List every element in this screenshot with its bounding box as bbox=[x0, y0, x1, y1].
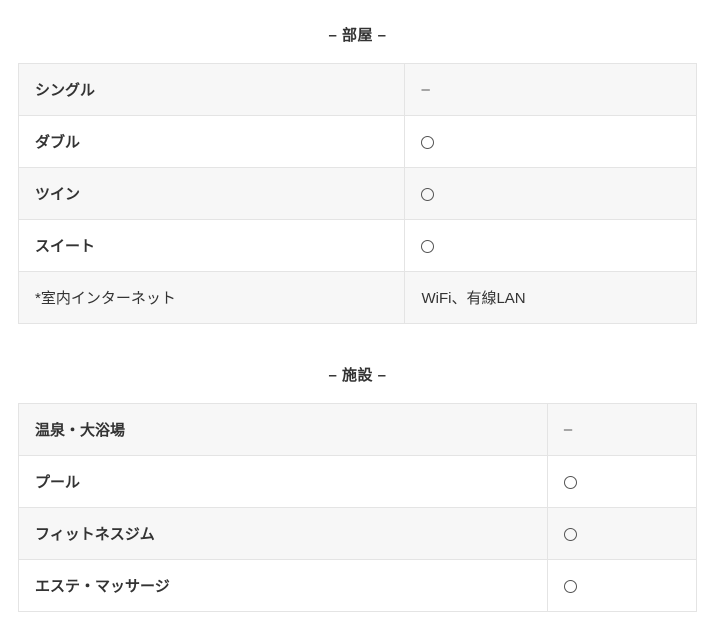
row-label: スイート bbox=[19, 220, 405, 272]
circle-icon bbox=[564, 528, 577, 541]
table-row: ダブル bbox=[19, 116, 697, 168]
row-label: 温泉・大浴場 bbox=[19, 404, 548, 456]
table-row: スイート bbox=[19, 220, 697, 272]
row-value bbox=[547, 560, 696, 612]
dash-icon: – bbox=[564, 421, 572, 438]
row-value bbox=[405, 168, 697, 220]
row-label: シングル bbox=[19, 64, 405, 116]
table-row: *室内インターネット WiFi、有線LAN bbox=[19, 272, 697, 324]
facilities-table: 温泉・大浴場 – プール フィットネスジム エステ・マッサージ bbox=[18, 403, 697, 612]
circle-icon bbox=[421, 188, 434, 201]
dash-icon: – bbox=[421, 81, 429, 98]
row-value bbox=[405, 220, 697, 272]
circle-icon bbox=[564, 580, 577, 593]
circle-icon bbox=[421, 240, 434, 253]
circle-icon bbox=[421, 136, 434, 149]
table-row: エステ・マッサージ bbox=[19, 560, 697, 612]
table-row: プール bbox=[19, 456, 697, 508]
row-value bbox=[547, 456, 696, 508]
circle-icon bbox=[564, 476, 577, 489]
row-value: – bbox=[405, 64, 697, 116]
row-label: *室内インターネット bbox=[19, 272, 405, 324]
table-row: フィットネスジム bbox=[19, 508, 697, 560]
section-title-facilities: – 施設 – bbox=[18, 364, 697, 385]
row-label: プール bbox=[19, 456, 548, 508]
table-row: 温泉・大浴場 – bbox=[19, 404, 697, 456]
table-row: ツイン bbox=[19, 168, 697, 220]
table-row: シングル – bbox=[19, 64, 697, 116]
row-label: エステ・マッサージ bbox=[19, 560, 548, 612]
section-title-rooms: – 部屋 – bbox=[18, 24, 697, 45]
row-value: WiFi、有線LAN bbox=[405, 272, 697, 324]
row-label: ダブル bbox=[19, 116, 405, 168]
row-value: – bbox=[547, 404, 696, 456]
row-value bbox=[405, 116, 697, 168]
row-label: フィットネスジム bbox=[19, 508, 548, 560]
row-label: ツイン bbox=[19, 168, 405, 220]
rooms-table: シングル – ダブル ツイン スイート *室内インターネット WiFi、有線LA… bbox=[18, 63, 697, 324]
row-value bbox=[547, 508, 696, 560]
